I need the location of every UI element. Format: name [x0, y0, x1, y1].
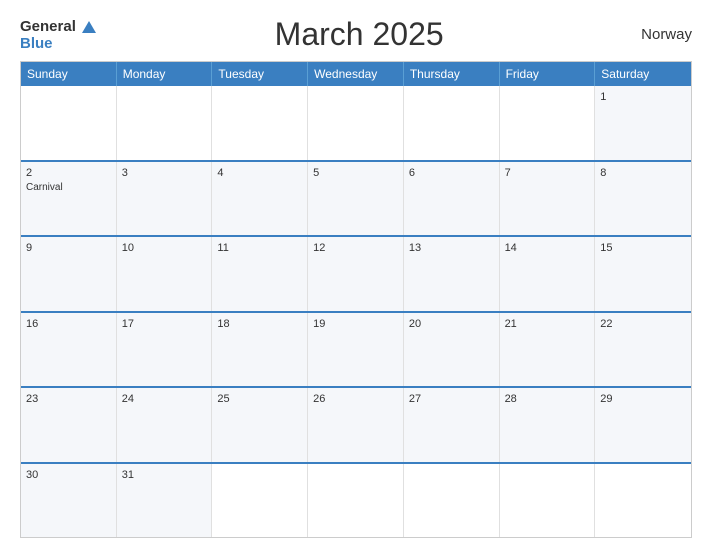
week-row-3: 9 10 11 12 13 14 15	[21, 235, 691, 311]
day-cell	[117, 86, 213, 160]
day-cell: 30	[21, 464, 117, 538]
day-number: 30	[26, 468, 111, 483]
day-number: 29	[600, 392, 686, 407]
week-row-4: 16 17 18 19 20 21 22	[21, 311, 691, 387]
day-cell: 18	[212, 313, 308, 387]
day-cell: 29	[595, 388, 691, 462]
day-number: 4	[217, 166, 302, 181]
day-cell: 22	[595, 313, 691, 387]
day-header-thursday: Thursday	[404, 62, 500, 86]
day-header-tuesday: Tuesday	[212, 62, 308, 86]
day-cell: 13	[404, 237, 500, 311]
day-number: 18	[217, 317, 302, 332]
day-number: 27	[409, 392, 494, 407]
logo-general-text: General	[20, 18, 76, 35]
day-number: 11	[217, 241, 302, 256]
day-number: 6	[409, 166, 494, 181]
day-number: 21	[505, 317, 590, 332]
day-header-saturday: Saturday	[595, 62, 691, 86]
week-row-1: 1	[21, 86, 691, 160]
day-cell	[404, 464, 500, 538]
day-cell: 4	[212, 162, 308, 236]
day-event: Carnival	[26, 182, 111, 193]
day-headers-row: SundayMondayTuesdayWednesdayThursdayFrid…	[21, 62, 691, 86]
day-number: 10	[122, 241, 207, 256]
day-number: 22	[600, 317, 686, 332]
day-number: 28	[505, 392, 590, 407]
day-cell	[308, 86, 404, 160]
day-number: 15	[600, 241, 686, 256]
day-number: 31	[122, 468, 207, 483]
day-number: 14	[505, 241, 590, 256]
day-header-wednesday: Wednesday	[308, 62, 404, 86]
day-cell	[595, 464, 691, 538]
day-cell: 31	[117, 464, 213, 538]
day-number: 16	[26, 317, 111, 332]
calendar-title: March 2025	[96, 16, 622, 53]
page: General Blue March 2025 Norway SundayMon…	[0, 0, 712, 550]
day-cell: 16	[21, 313, 117, 387]
day-cell: 3	[117, 162, 213, 236]
day-cell	[308, 464, 404, 538]
calendar: SundayMondayTuesdayWednesdayThursdayFrid…	[20, 61, 692, 538]
day-cell: 26	[308, 388, 404, 462]
day-cell: 14	[500, 237, 596, 311]
day-cell: 6	[404, 162, 500, 236]
day-number: 20	[409, 317, 494, 332]
day-cell: 5	[308, 162, 404, 236]
day-number: 5	[313, 166, 398, 181]
day-cell	[500, 464, 596, 538]
day-cell: 10	[117, 237, 213, 311]
day-cell: 9	[21, 237, 117, 311]
day-number: 19	[313, 317, 398, 332]
day-header-sunday: Sunday	[21, 62, 117, 86]
day-number: 23	[26, 392, 111, 407]
day-number: 25	[217, 392, 302, 407]
day-cell	[404, 86, 500, 160]
day-cell: 2Carnival	[21, 162, 117, 236]
day-cell: 21	[500, 313, 596, 387]
day-number: 8	[600, 166, 686, 181]
day-cell: 17	[117, 313, 213, 387]
header: General Blue March 2025 Norway	[20, 16, 692, 53]
day-number: 3	[122, 166, 207, 181]
day-number: 13	[409, 241, 494, 256]
day-header-friday: Friday	[500, 62, 596, 86]
day-cell: 8	[595, 162, 691, 236]
day-cell: 28	[500, 388, 596, 462]
day-cell: 12	[308, 237, 404, 311]
day-cell	[212, 464, 308, 538]
day-cell	[212, 86, 308, 160]
day-number: 7	[505, 166, 590, 181]
logo-line1: General	[20, 18, 96, 36]
day-cell: 25	[212, 388, 308, 462]
day-number: 2	[26, 166, 111, 181]
day-number: 9	[26, 241, 111, 256]
logo-triangle-icon	[82, 21, 96, 33]
country-label: Norway	[622, 26, 692, 43]
day-cell: 27	[404, 388, 500, 462]
day-number: 26	[313, 392, 398, 407]
day-cell: 7	[500, 162, 596, 236]
day-cell: 23	[21, 388, 117, 462]
logo: General Blue	[20, 18, 96, 51]
day-cell	[21, 86, 117, 160]
day-number: 24	[122, 392, 207, 407]
day-number: 12	[313, 241, 398, 256]
day-cell: 19	[308, 313, 404, 387]
day-cell: 24	[117, 388, 213, 462]
day-cell: 15	[595, 237, 691, 311]
week-row-6: 30 31	[21, 462, 691, 538]
day-cell	[500, 86, 596, 160]
weeks-container: 12Carnival345678910111213141516171819202…	[21, 86, 691, 537]
day-cell: 11	[212, 237, 308, 311]
day-cell: 1	[595, 86, 691, 160]
week-row-5: 23 24 25 26 27 28 29	[21, 386, 691, 462]
logo-blue-text: Blue	[20, 36, 53, 51]
day-number: 17	[122, 317, 207, 332]
day-header-monday: Monday	[117, 62, 213, 86]
day-number: 1	[600, 90, 686, 105]
day-cell: 20	[404, 313, 500, 387]
week-row-2: 2Carnival 345678	[21, 160, 691, 236]
